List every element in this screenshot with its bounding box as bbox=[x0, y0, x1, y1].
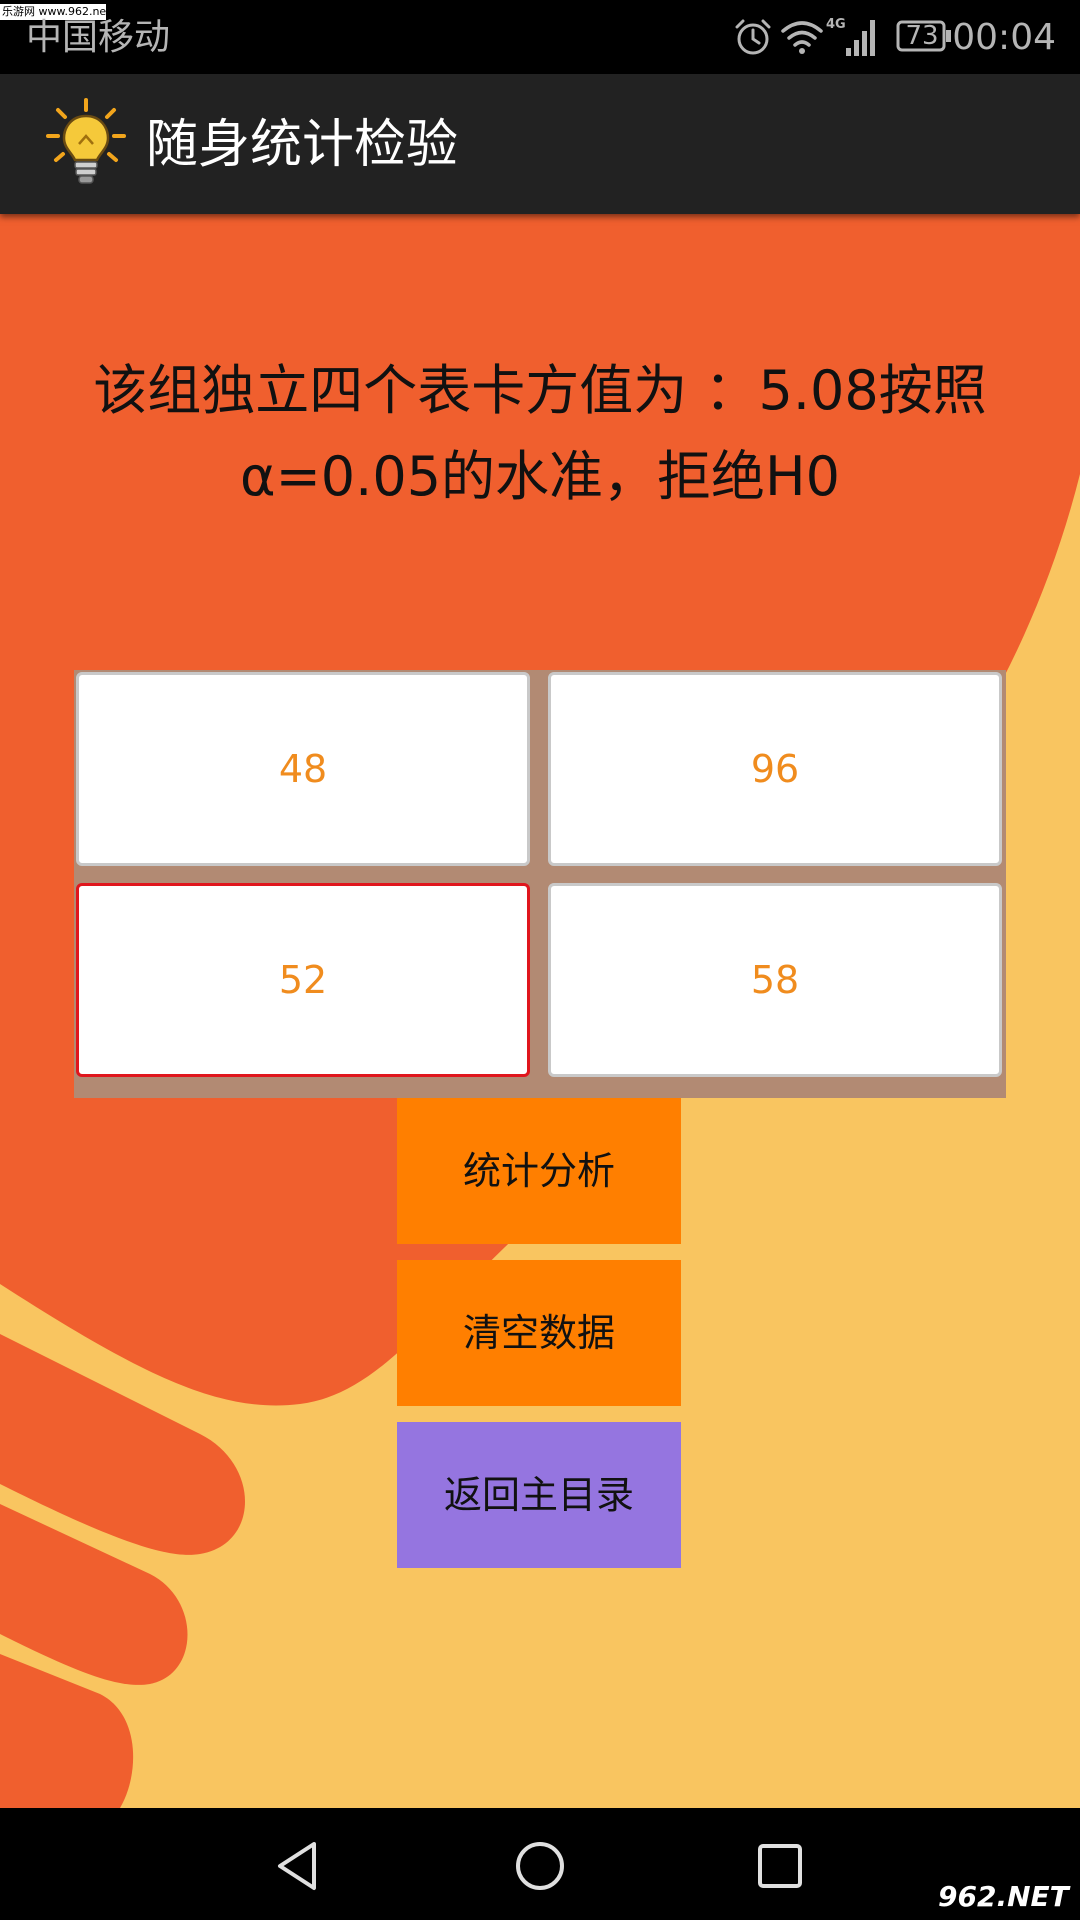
table-cell-r2c1[interactable]: 52 bbox=[76, 883, 530, 1077]
result-line-2: α=0.05的水准，拒绝H0 bbox=[239, 445, 841, 508]
clock: 00:04 bbox=[952, 17, 1056, 58]
contingency-table: 48 96 52 58 bbox=[74, 670, 1006, 1098]
table-cell-r1c2[interactable]: 96 bbox=[548, 672, 1002, 866]
analyze-button[interactable]: 统计分析 bbox=[397, 1098, 681, 1244]
battery-level: 73 bbox=[905, 21, 939, 51]
table-cell-r1c1[interactable]: 48 bbox=[76, 672, 530, 866]
table-cell-r2c2[interactable]: 58 bbox=[548, 883, 1002, 1077]
action-bar: 随身统计检验 bbox=[0, 74, 1080, 214]
recent-square-icon[interactable] bbox=[752, 1838, 808, 1894]
back-to-menu-button[interactable]: 返回主目录 bbox=[397, 1422, 681, 1568]
result-line-1: 该组独立四个表卡方值为 ：5.08按照 bbox=[93, 359, 987, 422]
carrier-name: 中国移动 bbox=[26, 17, 171, 58]
app-title: 随身统计检验 bbox=[146, 115, 459, 175]
alarm-icon bbox=[735, 19, 771, 55]
navigation-bar: 962.NET 乐游网 bbox=[0, 1808, 1080, 1920]
clear-data-button[interactable]: 清空数据 bbox=[397, 1260, 681, 1406]
screen: 乐游网 www.962.net 中国移动 4G 73 00:04 随身统计检验 … bbox=[0, 0, 1080, 1920]
content-area: 该组独立四个表卡方值为 ：5.08按照 α=0.05的水准，拒绝H0 48 96… bbox=[0, 214, 1080, 1808]
lightbulb-icon bbox=[46, 98, 126, 184]
result-text: 该组独立四个表卡方值为 ：5.08按照 α=0.05的水准，拒绝H0 bbox=[40, 348, 1040, 520]
status-bar: 乐游网 www.962.net 中国移动 4G 73 00:04 bbox=[0, 0, 1080, 74]
wifi-icon bbox=[781, 21, 823, 54]
watermark-bottom: 962.NET 乐游网 bbox=[938, 1880, 1078, 1913]
back-triangle-icon[interactable] bbox=[270, 1838, 326, 1894]
signal-icon: 4G bbox=[826, 17, 875, 56]
network-type-label: 4G bbox=[826, 17, 846, 32]
home-circle-icon[interactable] bbox=[512, 1838, 568, 1894]
